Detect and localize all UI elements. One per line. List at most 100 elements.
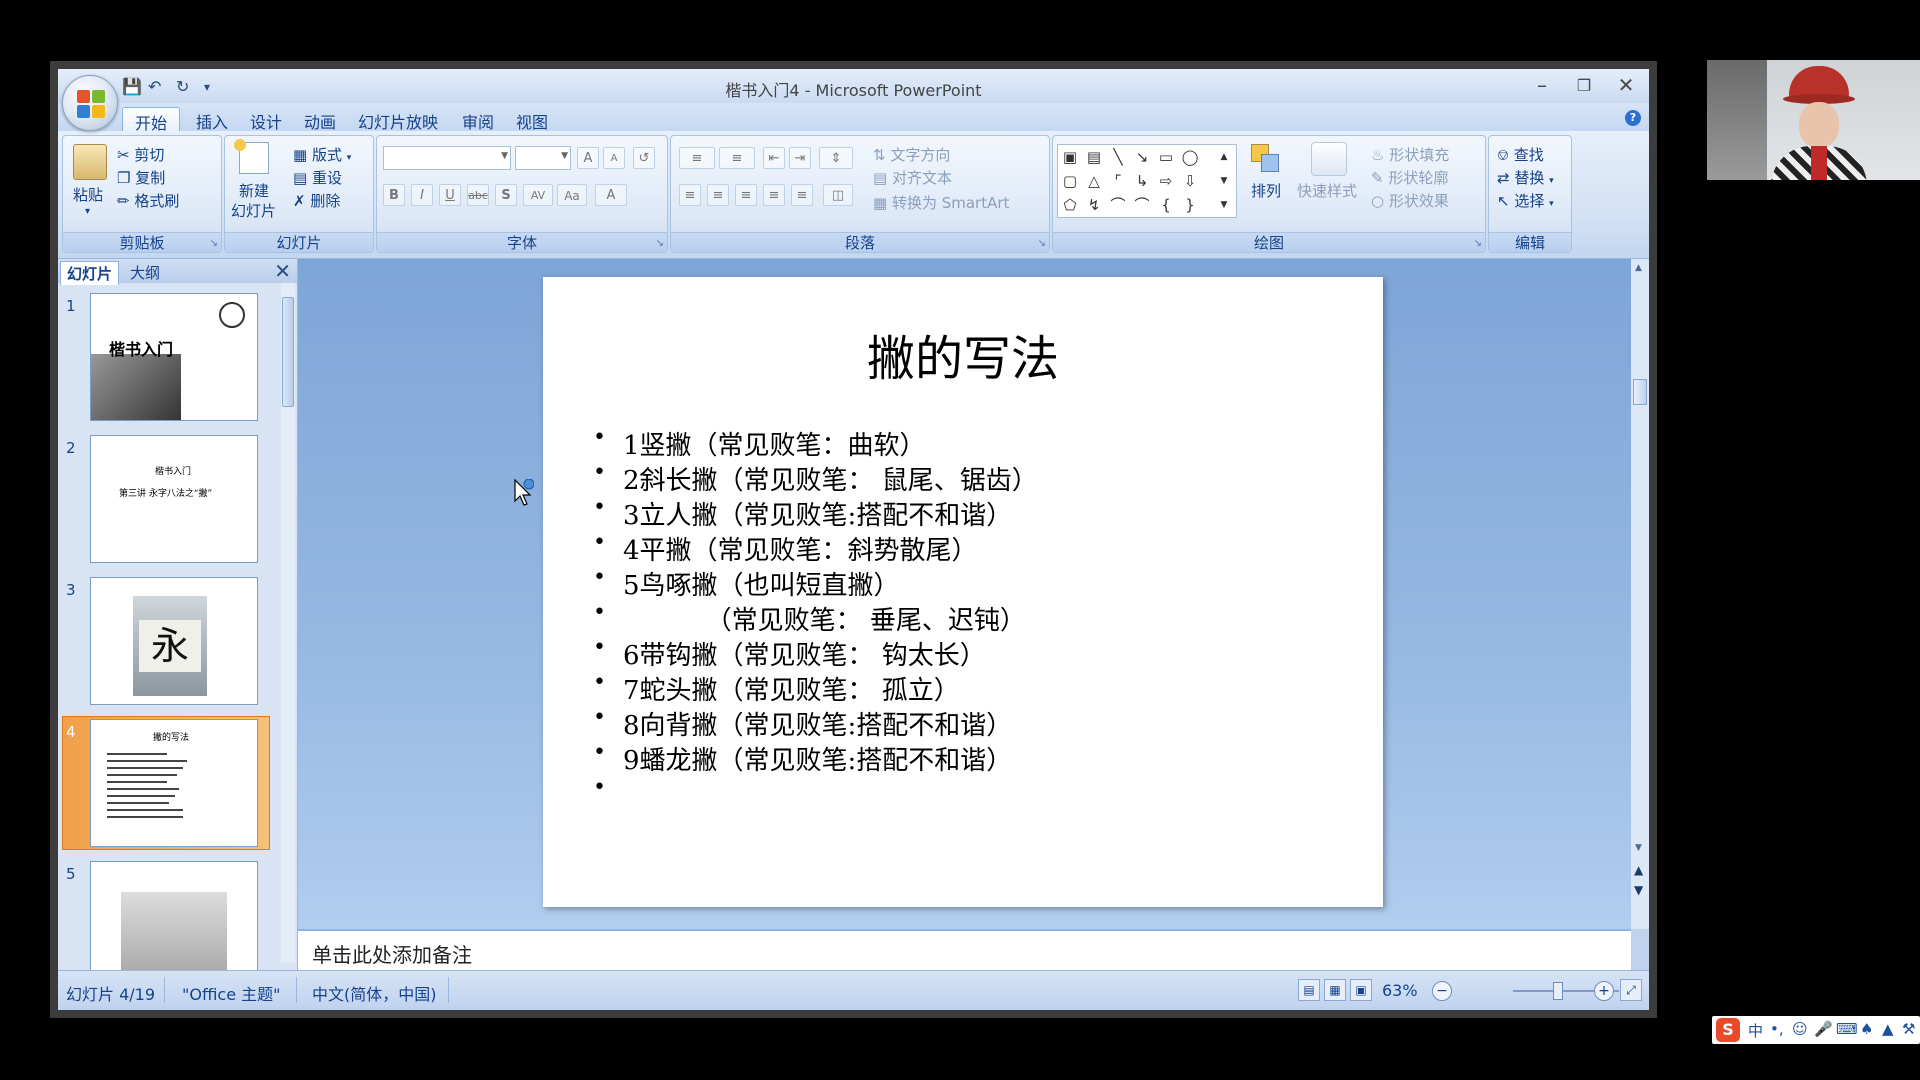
arrange-icon[interactable]	[1251, 144, 1281, 174]
slide-thumbnail-2[interactable]: 楷书入门 第三讲 永字八法之“撇”	[90, 435, 258, 563]
cut-button[interactable]: ✂ 剪切	[117, 144, 164, 165]
next-slide-icon[interactable]: ▼	[1634, 883, 1643, 897]
char-spacing-button[interactable]: AV	[523, 184, 553, 206]
align-center-icon[interactable]: ≡	[707, 184, 729, 206]
gallery-down-icon[interactable]: ▼	[1214, 171, 1234, 191]
font-size-combo[interactable]: ▼	[515, 146, 571, 170]
pentagon-shape-icon[interactable]: ⬠	[1060, 195, 1080, 215]
slide-bullet-list[interactable]: 1竖撇（常见败笔：曲软） 2斜长撇（常见败笔： 鼠尾、锯齿） 3立人撇（常见败笔…	[593, 425, 1038, 810]
scroll-down-icon[interactable]: ▼	[1635, 843, 1642, 853]
slide-thumbnail-3[interactable]: 永	[90, 577, 258, 705]
select-button[interactable]: ↖ 选择 ▾	[1497, 190, 1554, 211]
curve-shape-icon[interactable]: ⌒	[1108, 195, 1128, 215]
clear-format-icon[interactable]: ↺	[633, 147, 655, 169]
normal-view-icon[interactable]: ▤	[1298, 979, 1320, 1001]
format-painter-button[interactable]: ✏ 格式刷	[117, 190, 179, 211]
rounded-rect-shape-icon[interactable]: ▢	[1060, 171, 1080, 191]
new-slide-dropdown[interactable]: 幻灯片	[231, 200, 276, 221]
drawing-launcher-icon[interactable]: ↘	[1474, 238, 1482, 249]
zoom-level[interactable]: 63%	[1382, 981, 1418, 1000]
columns-icon[interactable]: ◫	[823, 184, 853, 206]
elbow-connector-icon[interactable]: ⌜	[1108, 171, 1128, 191]
slideshow-view-icon[interactable]: ▣	[1350, 979, 1372, 1001]
find-button[interactable]: ⎊ 查找	[1497, 144, 1544, 165]
distribute-icon[interactable]: ≡	[791, 184, 813, 206]
oval-shape-icon[interactable]: ◯	[1180, 147, 1200, 167]
keyboard-icon[interactable]: ⌨	[1836, 1020, 1858, 1038]
slide-thumbnail-1[interactable]: 楷书入门	[90, 293, 258, 421]
font-name-combo[interactable]: ▼	[383, 146, 511, 170]
copy-button[interactable]: ❐ 复制	[117, 167, 165, 188]
new-slide-icon[interactable]	[234, 139, 269, 174]
delete-slide-button[interactable]: ✗ 删除	[293, 190, 340, 211]
reset-button[interactable]: ▤ 重设	[293, 167, 342, 188]
ime-language[interactable]: 中	[1748, 1020, 1763, 1041]
slide-thumbnail-4[interactable]: 撇的写法	[90, 719, 258, 847]
emoji-icon[interactable]: ☺	[1792, 1020, 1808, 1038]
right-arrow-shape-icon[interactable]: ⇨	[1156, 171, 1176, 191]
line-shape-icon[interactable]: ╲	[1108, 147, 1128, 167]
font-color-button[interactable]: A	[595, 184, 627, 206]
gallery-up-icon[interactable]: ▲	[1214, 147, 1234, 167]
shape-outline-button[interactable]: ✎ 形状轮廓	[1371, 167, 1448, 188]
bold-button[interactable]: B	[383, 184, 405, 206]
office-button[interactable]	[62, 75, 118, 131]
tab-view[interactable]: 视图	[504, 107, 560, 132]
right-brace-icon[interactable]: }	[1180, 195, 1200, 215]
shrink-font-button[interactable]: A	[603, 147, 625, 169]
gallery-more-icon[interactable]: ▼	[1214, 195, 1234, 215]
tab-review[interactable]: 审阅	[450, 107, 506, 132]
zoom-in-icon[interactable]: +	[1594, 981, 1614, 1001]
tab-home[interactable]: 开始	[122, 107, 181, 133]
zoom-slider-knob[interactable]	[1552, 982, 1563, 1000]
microphone-icon[interactable]: 🎤	[1814, 1020, 1833, 1038]
align-left-icon[interactable]: ≡	[679, 184, 701, 206]
arc-shape-icon[interactable]: ⌒	[1132, 195, 1152, 215]
slide-thumbnail-5[interactable]	[90, 861, 258, 971]
convert-smartart-button[interactable]: ▦ 转换为 SmartArt	[873, 192, 1009, 213]
slide-canvas[interactable]: 撇的写法 1竖撇（常见败笔：曲软） 2斜长撇（常见败笔： 鼠尾、锯齿） 3立人撇…	[543, 277, 1383, 907]
help-icon[interactable]: ?	[1625, 110, 1641, 126]
paste-button[interactable]: 粘贴	[73, 184, 103, 205]
minimize-icon[interactable]: –	[1525, 73, 1559, 97]
new-slide-button[interactable]: 新建	[239, 180, 269, 201]
triangle-shape-icon[interactable]: △	[1084, 171, 1104, 191]
tab-outline[interactable]: 大纲	[124, 261, 166, 284]
underline-button[interactable]: U	[439, 184, 461, 206]
quick-styles-icon[interactable]	[1311, 142, 1347, 176]
grow-font-button[interactable]: A	[577, 147, 599, 169]
quick-styles-button[interactable]: 快速样式	[1297, 180, 1357, 201]
fit-to-window-icon[interactable]: ⤢	[1620, 979, 1642, 1001]
sogou-ime-icon[interactable]: S	[1716, 1018, 1740, 1042]
slide-scrollbar[interactable]: ▲ ▼ ▲ ▼	[1631, 259, 1649, 929]
shape-fill-button[interactable]: ♨ 形状填充	[1371, 144, 1449, 165]
replace-button[interactable]: ⇄ 替换 ▾	[1497, 167, 1554, 188]
shadow-button[interactable]: S	[495, 184, 517, 206]
arrow-line-shape-icon[interactable]: ↘	[1132, 147, 1152, 167]
paste-dropdown-icon[interactable]: ▾	[85, 206, 90, 217]
ime-toolbar[interactable]: S 中 •, ☺ 🎤 ⌨ ♠ ▲ ⚒	[1712, 1016, 1920, 1044]
tab-design[interactable]: 设计	[238, 107, 294, 132]
numbering-icon[interactable]: ≡	[719, 147, 755, 169]
tab-animation[interactable]: 动画	[292, 107, 348, 132]
shapes-gallery[interactable]: ▣ ▤ ╲ ↘ ▭ ◯ ▢ △ ⌜ ↳ ⇨ ⇩ ⬠ ↯ ⌒ ⌒ {} ▲ ▼ …	[1057, 144, 1237, 218]
decrease-indent-icon[interactable]: ⇤	[763, 147, 785, 169]
left-brace-icon[interactable]: {	[1156, 195, 1176, 215]
clipboard-launcher-icon[interactable]: ↘	[210, 238, 218, 249]
scroll-thumb[interactable]	[282, 297, 294, 407]
align-text-button[interactable]: ▤ 对齐文本	[873, 167, 952, 188]
wrench-icon[interactable]: ⚒	[1902, 1020, 1915, 1038]
shape-effects-button[interactable]: ○ 形状效果	[1371, 190, 1449, 211]
text-direction-button[interactable]: ⇅ 文字方向	[873, 144, 950, 165]
close-icon[interactable]: ✕	[1609, 73, 1643, 97]
change-case-button[interactable]: Aa	[557, 184, 587, 206]
skin-icon[interactable]: ♠	[1860, 1020, 1873, 1038]
strikethrough-button[interactable]: abc	[467, 184, 489, 206]
layout-button[interactable]: ▦ 版式 ▾	[293, 144, 351, 165]
zoom-out-icon[interactable]: −	[1432, 981, 1452, 1001]
font-launcher-icon[interactable]: ↘	[656, 238, 664, 249]
previous-slide-icon[interactable]: ▲	[1634, 863, 1643, 877]
textbox-shape-icon[interactable]: ▣	[1060, 147, 1080, 167]
line-spacing-icon[interactable]: ⇕	[819, 147, 853, 169]
paragraph-launcher-icon[interactable]: ↘	[1038, 238, 1046, 249]
